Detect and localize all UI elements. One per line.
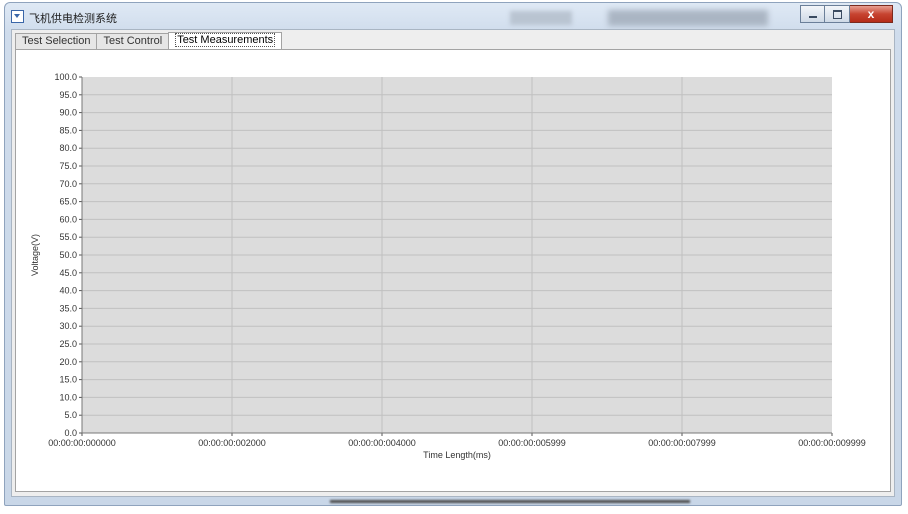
y-tick-label: 30.0 — [59, 321, 77, 331]
y-tick-label: 20.0 — [59, 357, 77, 367]
y-tick-label: 95.0 — [59, 90, 77, 100]
tab-test-selection[interactable]: Test Selection — [15, 33, 98, 49]
x-tick-label: 00:00:00:009999 — [798, 438, 866, 448]
y-tick-label: 85.0 — [59, 125, 77, 135]
y-tick-label: 15.0 — [59, 375, 77, 385]
tab-label: Test Control — [103, 35, 163, 47]
x-tick-label: 00:00:00:000000 — [48, 438, 116, 448]
minimize-button[interactable] — [800, 5, 825, 23]
measurements-panel: 0.0 5.0 10.0 15.0 20.0 25.0 30.0 35.0 40.0 45.0 50… — [15, 49, 891, 492]
blurred-region — [608, 10, 768, 26]
y-tick-label: 90.0 — [59, 108, 77, 118]
scrollbar-thumb[interactable] — [330, 500, 690, 503]
y-tick-label: 0.0 — [64, 428, 77, 438]
close-icon: x — [867, 7, 875, 21]
y-tick-label: 55.0 — [59, 232, 77, 242]
tab-test-control[interactable]: Test Control — [96, 33, 170, 49]
tab-test-measurements[interactable]: Test Measurements — [168, 32, 283, 49]
title-bar[interactable]: 飞机供电检测系统 x — [5, 3, 901, 29]
window-controls: x — [800, 5, 893, 24]
y-tick-label: 45.0 — [59, 268, 77, 278]
y-tick-label: 40.0 — [59, 286, 77, 296]
tab-label: Test Measurements — [175, 33, 276, 47]
x-tick-label: 00:00:00:002000 — [198, 438, 266, 448]
x-axis-label: Time Length(ms) — [423, 450, 491, 460]
y-tick-label: 5.0 — [64, 410, 77, 420]
client-area: Test Selection Test Control Test Measure… — [11, 29, 895, 497]
window-title: 飞机供电检测系统 — [29, 12, 117, 25]
app-window: 飞机供电检测系统 x Test Selection Test Control T… — [4, 2, 902, 506]
y-tick-label: 60.0 — [59, 214, 77, 224]
y-axis-label: Voltage(V) — [30, 234, 40, 276]
maximize-button[interactable] — [825, 5, 850, 23]
y-tick-label: 65.0 — [59, 197, 77, 207]
y-tick-label: 100.0 — [54, 72, 77, 82]
y-tick-label: 10.0 — [59, 392, 77, 402]
tab-label: Test Selection — [22, 35, 91, 47]
y-tick-label: 25.0 — [59, 339, 77, 349]
y-tick-label: 70.0 — [59, 179, 77, 189]
x-tick-label: 00:00:00:007999 — [648, 438, 716, 448]
x-tick-label: 00:00:00:004000 — [348, 438, 416, 448]
x-tick-label: 00:00:00:005999 — [498, 438, 566, 448]
app-icon[interactable] — [11, 10, 24, 23]
voltage-chart: 0.0 5.0 10.0 15.0 20.0 25.0 30.0 35.0 40.0 45.0 50… — [30, 72, 866, 460]
y-tick-label: 35.0 — [59, 303, 77, 313]
y-tick-label: 75.0 — [59, 161, 77, 171]
tab-bar: Test Selection Test Control Test Measure… — [15, 32, 283, 49]
y-tick-label: 50.0 — [59, 250, 77, 260]
blurred-region — [510, 11, 572, 25]
y-tick-label: 80.0 — [59, 143, 77, 153]
close-button[interactable]: x — [850, 5, 893, 23]
